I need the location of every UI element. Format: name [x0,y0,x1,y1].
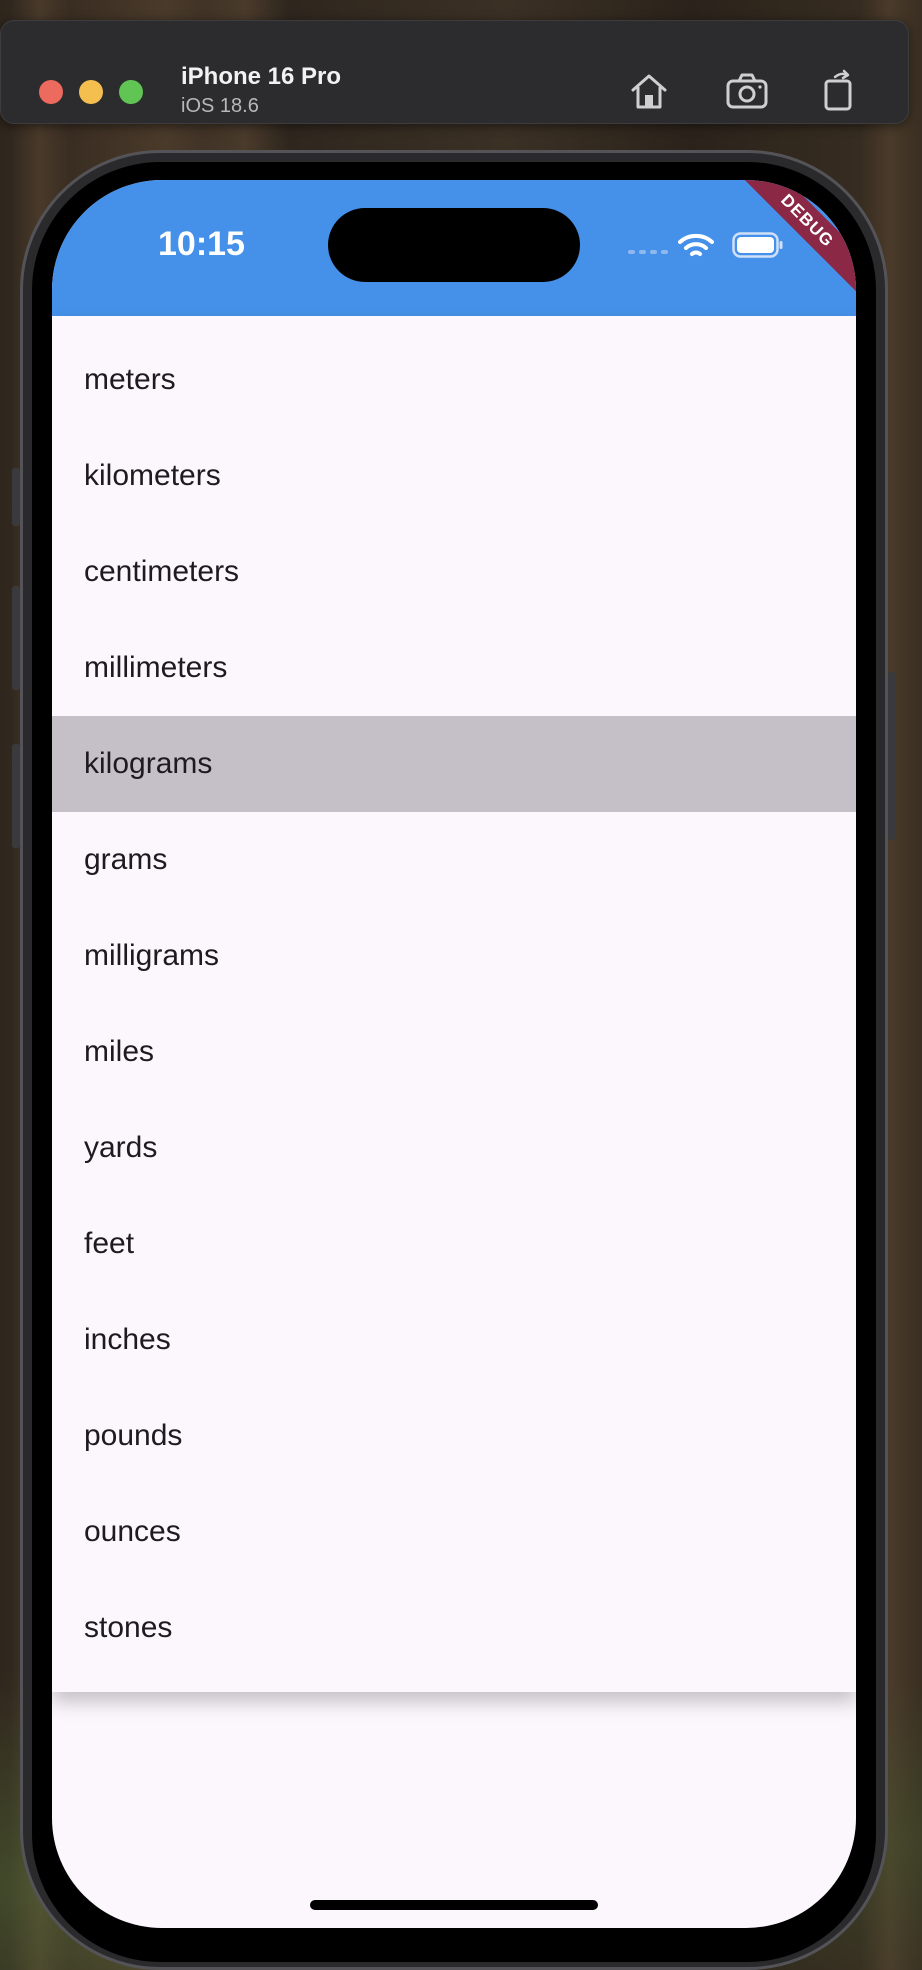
os-version: iOS 18.6 [181,95,259,117]
power-button [888,672,896,840]
debug-banner-label: DEBUG [736,180,856,299]
unit-popup-menu: meters kilometers centimeters millimeter… [52,316,856,1692]
rotate-icon[interactable] [817,69,861,113]
dynamic-island [328,208,580,282]
menu-item-millimeters[interactable]: millimeters [52,620,856,716]
home-indicator[interactable] [310,1900,598,1910]
status-time: 10:15 [158,225,245,263]
menu-item-miles[interactable]: miles [52,1004,856,1100]
camera-icon[interactable] [725,69,769,113]
close-window-button[interactable] [39,80,63,104]
volume-down-button [12,744,20,848]
wifi-icon [678,233,714,256]
simulator-titlebar: iPhone 16 Pro iOS 18.6 [0,20,909,124]
menu-item-inches[interactable]: inches [52,1292,856,1388]
unit-menu-list: meters kilometers centimeters millimeter… [52,316,856,1676]
menu-item-stones[interactable]: stones [52,1580,856,1676]
cellular-signal-icon [628,250,668,254]
menu-item-grams[interactable]: grams [52,812,856,908]
menu-item-pounds[interactable]: pounds [52,1388,856,1484]
menu-item-ounces[interactable]: ounces [52,1484,856,1580]
menu-item-milligrams[interactable]: milligrams [52,908,856,1004]
debug-banner: DEBUG [736,180,856,300]
action-button [12,468,20,526]
phone-screen: 10:15 DEBUG meters kilometers centimeter… [52,180,856,1928]
home-icon[interactable] [627,69,671,113]
device-name: iPhone 16 Pro [181,63,342,90]
menu-item-kilograms[interactable]: kilograms [52,716,856,812]
status-bar: 10:15 DEBUG [52,180,856,316]
zoom-window-button[interactable] [119,80,143,104]
menu-item-yards[interactable]: yards [52,1100,856,1196]
menu-item-kilometers[interactable]: kilometers [52,428,856,524]
menu-item-feet[interactable]: feet [52,1196,856,1292]
minimize-window-button[interactable] [79,80,103,104]
volume-up-button [12,586,20,690]
menu-item-meters[interactable]: meters [52,332,856,428]
menu-item-centimeters[interactable]: centimeters [52,524,856,620]
